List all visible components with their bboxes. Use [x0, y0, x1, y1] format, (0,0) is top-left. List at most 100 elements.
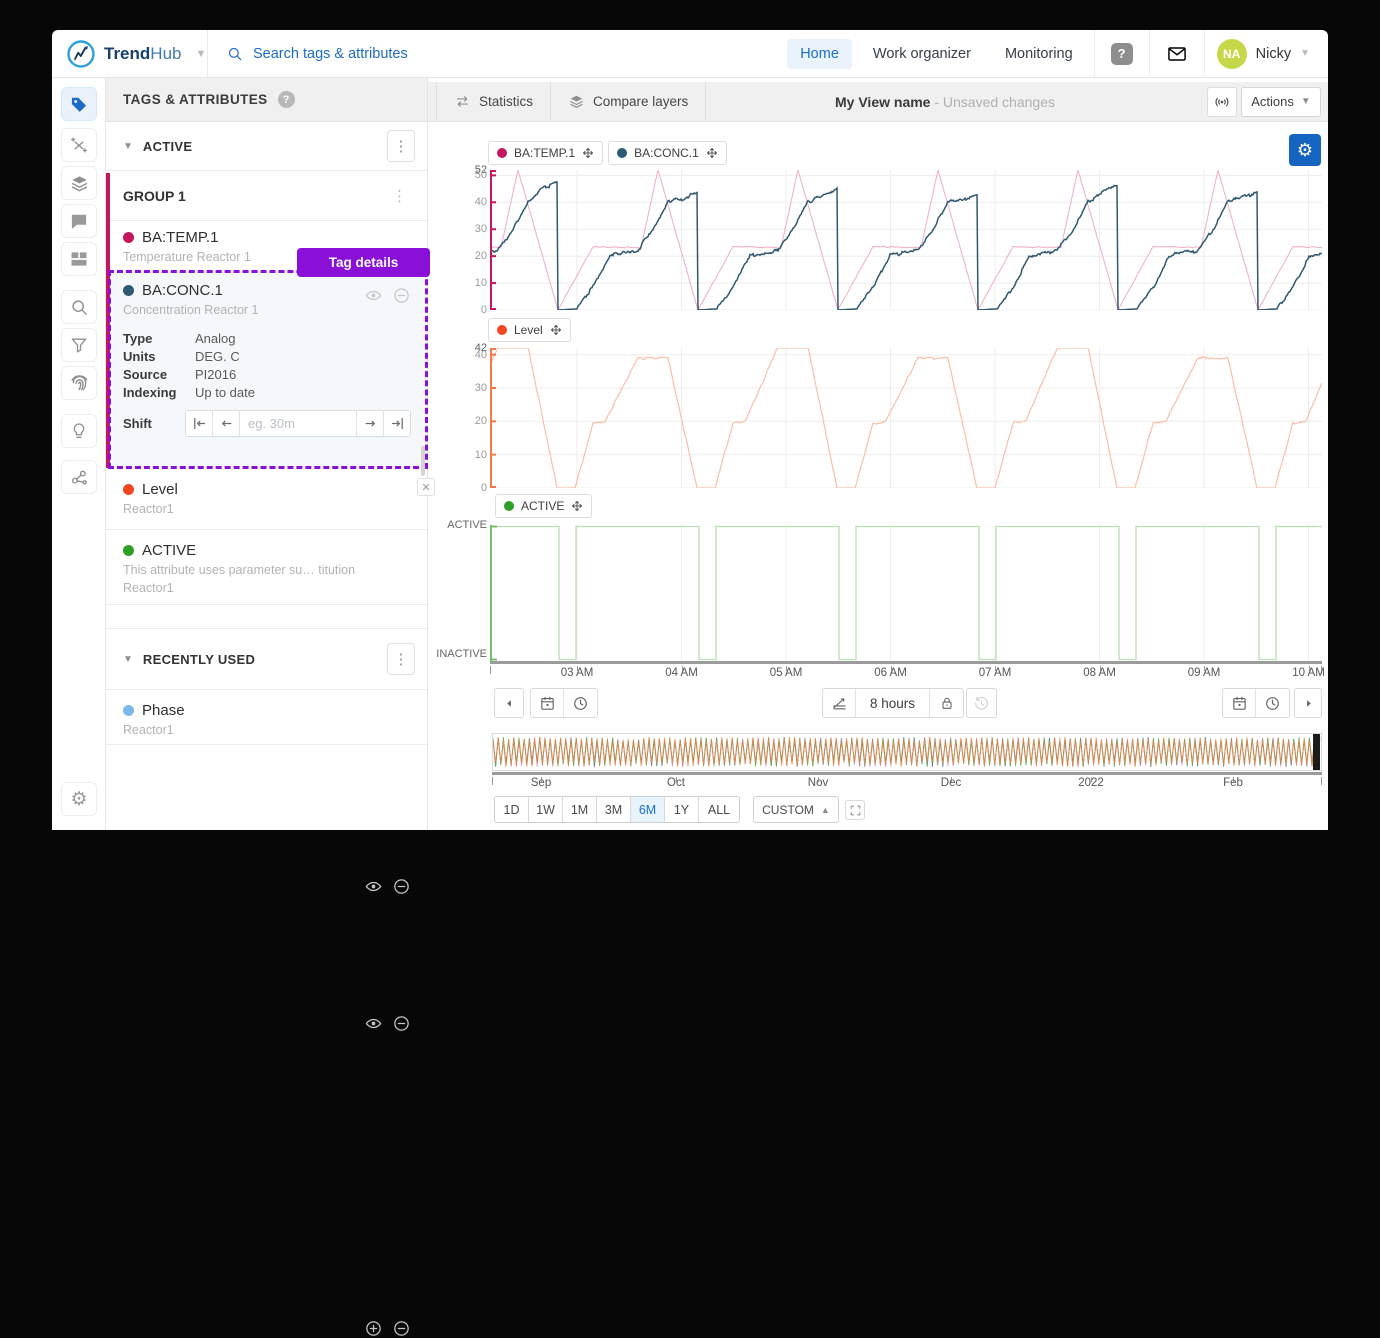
range-6m-button[interactable]: 6M [631, 797, 665, 822]
range-1m-button[interactable]: 1M [563, 797, 597, 822]
crop-icon [849, 804, 862, 817]
legend-chip-active[interactable]: ACTIVE [495, 494, 592, 518]
tag-row-active[interactable]: ACTIVE This attribute uses parameter su…… [106, 530, 427, 605]
clock-icon [1264, 695, 1281, 712]
section-active-menu-button[interactable]: ⋮ [387, 130, 415, 162]
legend-chip-baconc[interactable]: BA:CONC.1 [608, 141, 727, 165]
close-icon[interactable]: ✕ [417, 478, 435, 496]
actions-button[interactable]: Actions ▼ [1241, 87, 1321, 117]
collapse-chevron-icon[interactable]: ▼ [123, 654, 133, 665]
rail-tags-button[interactable] [61, 87, 97, 121]
custom-range-button[interactable]: CUSTOM ▲ [753, 796, 839, 823]
prop-value: Analog [195, 331, 235, 346]
chart-settings-button[interactable]: ⚙ [1289, 134, 1321, 166]
shift-input[interactable] [240, 411, 356, 436]
range-3m-button[interactable]: 3M [597, 797, 631, 822]
axis-tick [1321, 777, 1322, 785]
history-icon [973, 695, 990, 712]
group-menu-button[interactable]: ⋮ [384, 187, 415, 205]
timeline-selection-handle[interactable] [1313, 734, 1320, 770]
nav-link-home[interactable]: Home [787, 39, 852, 69]
rail-comments-button[interactable] [61, 204, 97, 238]
brand[interactable]: TrendHub ▼ [52, 30, 208, 77]
lock-duration-button[interactable] [930, 689, 963, 717]
end-time-button[interactable] [1256, 689, 1289, 717]
chart-active[interactable] [490, 525, 1322, 666]
statistics-tab[interactable]: Statistics [436, 82, 551, 121]
remove-icon[interactable] [392, 1014, 411, 1033]
start-time-button[interactable] [564, 689, 597, 717]
live-broadcast-button[interactable] [1207, 87, 1237, 117]
rail-search-button[interactable] [61, 290, 97, 324]
user-menu[interactable]: NA Nicky ▼ [1205, 39, 1328, 69]
range-1d-button[interactable]: 1D [495, 797, 529, 822]
help-button[interactable]: ? [1095, 30, 1149, 77]
top-navbar: TrendHub ▼ Search tags & attributes Home… [52, 30, 1328, 78]
remove-icon[interactable] [392, 1319, 411, 1338]
overview-timeline[interactable] [492, 733, 1322, 771]
tag-row-level[interactable]: Level Reactor1 [106, 469, 427, 530]
add-icon[interactable] [364, 1319, 383, 1338]
rail-dashboard-button[interactable] [61, 242, 97, 276]
trend-mode-button[interactable] [823, 689, 856, 717]
shift-left-button[interactable] [213, 411, 240, 436]
compare-layers-tab[interactable]: Compare layers [551, 82, 706, 121]
range-all-button[interactable]: ALL [699, 797, 739, 822]
end-date-button[interactable] [1223, 689, 1256, 717]
pan-left-button[interactable] [494, 688, 524, 718]
view-name: My View name [835, 94, 930, 110]
history-undo-button[interactable] [966, 688, 997, 718]
tag-color-dot [123, 484, 134, 495]
rail-fingerprint-button[interactable] [61, 366, 97, 400]
group-row[interactable]: GROUP 1 ⋮ [106, 171, 427, 221]
section-recently-used: ▼ RECENTLY USED ⋮ [106, 628, 427, 690]
remove-icon[interactable] [392, 286, 411, 305]
chevron-down-icon: ▼ [1301, 96, 1311, 107]
chart-temp-conc[interactable] [490, 170, 1322, 315]
legend-row-3: ACTIVE [495, 494, 592, 518]
remove-icon[interactable] [392, 877, 411, 896]
start-date-button[interactable] [531, 689, 564, 717]
panel-scrollbar[interactable] [421, 446, 425, 476]
duration-button[interactable]: 8 hours [856, 689, 930, 717]
chart-level[interactable] [490, 348, 1322, 493]
select-area-button[interactable] [845, 800, 865, 820]
rail-formulas-button[interactable] [61, 128, 97, 162]
pan-right-button[interactable] [1294, 688, 1322, 718]
shift-right-button[interactable] [356, 411, 383, 436]
shift-right-icon [363, 416, 378, 431]
prop-label: Type [123, 331, 195, 346]
legend-row-2: Level [488, 318, 571, 342]
tag-row-phase[interactable]: Phase Reactor1 [106, 690, 427, 745]
time-tick-label: 03 AM [561, 667, 594, 679]
rail-layers-button[interactable] [61, 166, 97, 200]
brand-chevron-down-icon[interactable]: ▼ [195, 48, 206, 60]
rail-context-button[interactable] [61, 460, 97, 494]
range-1y-button[interactable]: 1Y [665, 797, 699, 822]
tag-name: Phase [142, 702, 185, 719]
collapse-chevron-icon[interactable]: ▼ [123, 141, 133, 152]
global-search[interactable]: Search tags & attributes [208, 45, 787, 63]
nav-link-work-organizer[interactable]: Work organizer [860, 39, 984, 69]
shift-far-left-button[interactable] [186, 411, 213, 436]
rail-settings-button[interactable]: ⚙ [61, 782, 97, 816]
visibility-eye-icon[interactable] [364, 877, 383, 896]
section-recently-used-menu-button[interactable]: ⋮ [387, 643, 415, 675]
nav-link-monitoring[interactable]: Monitoring [992, 39, 1086, 69]
arrow-right-icon [1303, 698, 1314, 709]
range-1w-button[interactable]: 1W [529, 797, 563, 822]
panel-help-icon[interactable]: ? [278, 91, 295, 108]
tag-details-button[interactable]: Tag details [297, 248, 430, 277]
visibility-eye-icon[interactable] [364, 1014, 383, 1033]
y-tick-label: 40 [475, 195, 487, 209]
rail-filter-button[interactable] [61, 328, 97, 362]
rail-recommendations-button[interactable] [61, 414, 97, 448]
trendhub-logo-icon [66, 39, 96, 69]
legend-chip-level[interactable]: Level [488, 318, 571, 342]
messages-button[interactable] [1150, 30, 1204, 77]
shift-far-right-button[interactable] [383, 411, 410, 436]
legend-chip-batemp[interactable]: BA:TEMP.1 [488, 141, 603, 165]
comment-icon [69, 211, 89, 231]
visibility-eye-icon[interactable] [364, 286, 383, 305]
dashboard-icon [69, 249, 89, 269]
